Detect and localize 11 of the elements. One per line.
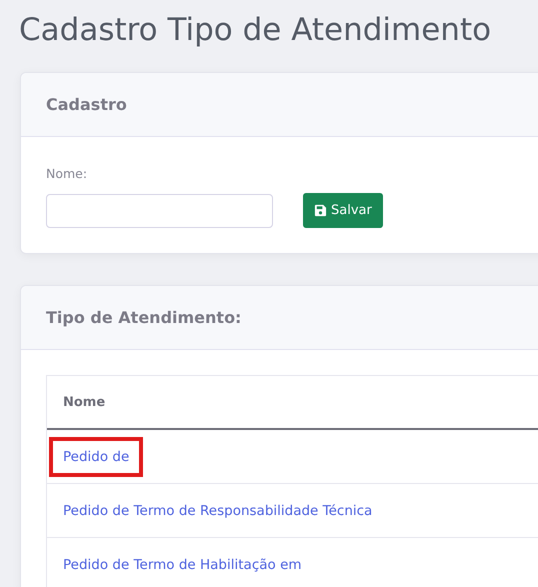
column-header: Nome (63, 394, 106, 410)
name-input-field[interactable] (46, 194, 273, 228)
card-title: Tipo de Atendimento: (46, 308, 242, 327)
save-icon (314, 204, 327, 217)
table-link[interactable]: Pedido de Termo de Responsabilidade Técnica (49, 490, 386, 530)
table-link[interactable]: Pedido de (49, 436, 144, 476)
field-label: Nome: (46, 166, 88, 181)
table-link[interactable]: Pedido de Termo de Habilitação em (49, 544, 316, 584)
card-title: Cadastro (46, 95, 127, 114)
page-title: Cadastro Tipo de Atendimento (19, 11, 492, 50)
save-button[interactable]: Salvar (303, 193, 383, 228)
